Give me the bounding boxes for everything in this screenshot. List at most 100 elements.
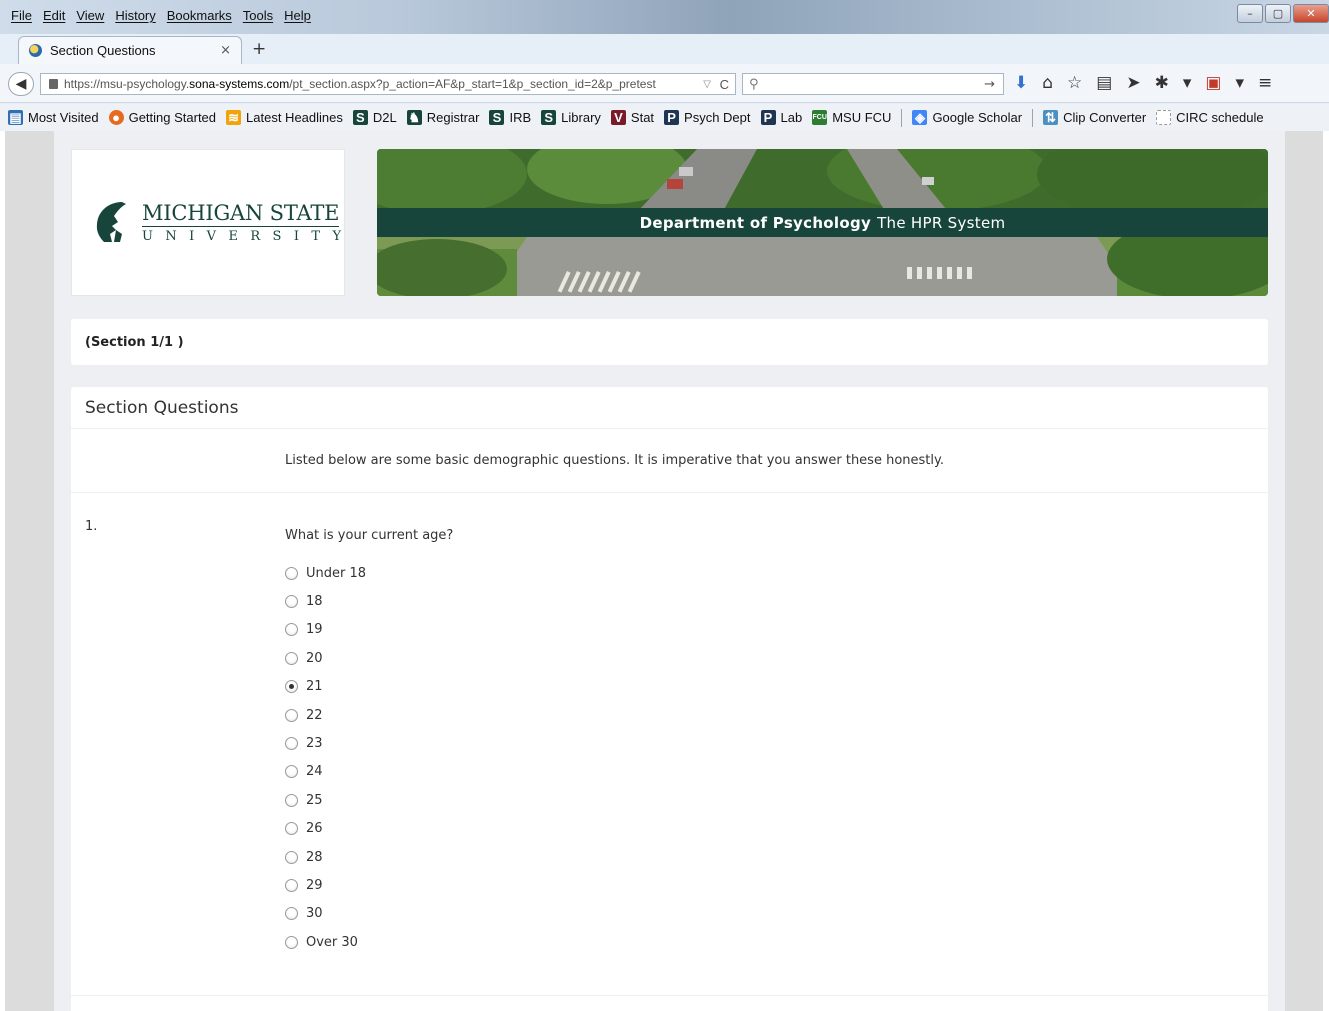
bookmark-irb[interactable]: S IRB: [489, 110, 531, 125]
addon-dropdown-icon[interactable]: ▾: [1183, 73, 1192, 93]
msu-logo-card: MICHIGAN STATE UNIVERSITY: [71, 149, 345, 296]
bookmark-google-scholar[interactable]: ◈ Google Scholar: [912, 110, 1022, 125]
menu-hamburger-icon[interactable]: ≡: [1258, 73, 1272, 93]
bookmark-star-icon[interactable]: ☆: [1067, 73, 1082, 93]
minimize-button[interactable]: –: [1237, 4, 1263, 23]
home-icon[interactable]: ⌂: [1042, 73, 1053, 93]
age-option[interactable]: 29: [285, 871, 366, 899]
search-bar[interactable]: ⚲ →: [742, 73, 1004, 95]
tab-title: Section Questions: [50, 43, 156, 58]
maximize-button[interactable]: ▢: [1265, 4, 1291, 23]
toolbar-icons: ⬇ ⌂ ☆ ▤ ➤ ✱ ▾ ▣ ▾ ≡: [1014, 73, 1272, 93]
age-option[interactable]: 18: [285, 587, 366, 615]
age-option[interactable]: Over 30: [285, 928, 366, 956]
age-radio-button[interactable]: [285, 907, 298, 921]
age-option[interactable]: 25: [285, 786, 366, 814]
bookmark-label: IRB: [509, 110, 532, 125]
age-radio-button[interactable]: [285, 651, 298, 665]
bookmark-latest-headlines[interactable]: ≋ Latest Headlines: [226, 110, 343, 125]
bookmark-d2l[interactable]: S D2L: [352, 110, 397, 125]
section-indicator: (Section 1/1 ): [71, 319, 1268, 365]
downloads-icon[interactable]: ⬇: [1014, 73, 1028, 93]
age-option-label: 21: [306, 679, 323, 695]
reload-icon[interactable]: C: [720, 77, 729, 92]
bookmark-label: Most Visited: [28, 110, 99, 125]
bookmark-label: Clip Converter: [1063, 110, 1147, 125]
bookmark-lab[interactable]: P Lab: [760, 110, 802, 125]
age-option-label: 25: [306, 792, 323, 808]
bookmark-msu-fcu[interactable]: FCU MSU FCU: [812, 110, 891, 125]
close-window-button[interactable]: ✕: [1293, 4, 1329, 23]
send-icon[interactable]: ➤: [1126, 73, 1140, 93]
url-bar[interactable]: https://msu-psychology. sona-systems.com /…: [40, 73, 736, 95]
bookmark-separator: [1032, 108, 1034, 127]
age-option-label: 19: [306, 622, 323, 638]
age-option[interactable]: 23: [285, 729, 366, 757]
search-go-icon[interactable]: →: [984, 77, 995, 92]
age-radio-button[interactable]: [285, 878, 298, 892]
bookmark-psych-dept[interactable]: P Psych Dept: [664, 110, 751, 125]
menu-file[interactable]: File: [6, 8, 38, 23]
back-button[interactable]: ◀: [8, 72, 34, 96]
age-option[interactable]: 21: [285, 673, 366, 701]
bookmark-library[interactable]: S Library: [541, 110, 601, 125]
pdf-dropdown-icon[interactable]: ▾: [1235, 73, 1244, 93]
age-radio-button[interactable]: [285, 765, 298, 779]
age-radio-button[interactable]: [285, 623, 298, 637]
age-option-label: 23: [306, 736, 323, 752]
age-option-label: 28: [306, 849, 323, 865]
age-radio-button[interactable]: [285, 595, 298, 609]
url-history-dropdown-icon[interactable]: ▽: [703, 79, 711, 90]
browser-chrome: File Edit View History Bookmarks Tools H…: [0, 0, 1329, 131]
bookmark-circ-schedule[interactable]: CIRC schedule: [1156, 110, 1264, 125]
question-1: 1. What is your current age? Under 18 18 1…: [71, 493, 1268, 996]
msu-university-text: UNIVERSITY: [142, 229, 354, 244]
bookmark-stat[interactable]: V Stat: [610, 110, 654, 125]
rss-icon: ≋: [226, 110, 242, 125]
age-radio-button[interactable]: [285, 822, 298, 836]
url-path: /pt_section.aspx?p_action=AF&p_start=1&p…: [289, 77, 656, 91]
age-radio-button[interactable]: [285, 708, 298, 722]
age-radio-button[interactable]: [285, 850, 298, 864]
bookmark-label: Getting Started: [128, 110, 217, 125]
age-option[interactable]: 28: [285, 843, 366, 871]
age-option[interactable]: 20: [285, 644, 366, 672]
question-number: 1.: [85, 519, 98, 534]
p-icon: P: [664, 110, 680, 125]
age-option-label: 22: [306, 707, 323, 723]
reading-list-icon[interactable]: ▤: [1096, 73, 1112, 93]
msu-s-icon: S: [489, 110, 505, 125]
age-radio-button[interactable]: [285, 935, 298, 949]
bookmark-getting-started[interactable]: ● Getting Started: [108, 110, 217, 125]
url-host: sona-systems.com: [189, 77, 290, 91]
age-radio-button[interactable]: [285, 793, 298, 807]
new-tab-button[interactable]: +: [252, 39, 266, 59]
menu-help[interactable]: Help: [279, 8, 317, 23]
section-label: (Section 1/1 ): [85, 334, 184, 350]
age-radio-button[interactable]: [285, 737, 298, 751]
bookmark-label: MSU FCU: [832, 110, 892, 125]
age-option[interactable]: 19: [285, 616, 366, 644]
menu-tools[interactable]: Tools: [238, 8, 279, 23]
bookmark-most-visited[interactable]: ▤ Most Visited: [8, 110, 99, 125]
pdf-addon-icon[interactable]: ▣: [1205, 73, 1221, 93]
age-option[interactable]: Under 18: [285, 559, 366, 587]
fcu-icon: FCU: [812, 110, 828, 125]
age-option[interactable]: 24: [285, 758, 366, 786]
bookmark-registrar[interactable]: ♞ Registrar: [406, 110, 479, 125]
bookmark-label: Psych Dept: [684, 110, 751, 125]
age-option[interactable]: 30: [285, 900, 366, 928]
tab-section-questions[interactable]: Section Questions ×: [18, 36, 242, 64]
menu-bookmarks[interactable]: Bookmarks: [162, 8, 238, 23]
age-option[interactable]: 22: [285, 701, 366, 729]
msu-wordmark: MICHIGAN STATE: [142, 201, 340, 227]
age-radio-button[interactable]: [285, 566, 298, 580]
age-radio-button[interactable]: [285, 680, 298, 694]
tab-close-icon[interactable]: ×: [220, 43, 231, 58]
menu-edit[interactable]: Edit: [38, 8, 71, 23]
menu-history[interactable]: History: [110, 8, 161, 23]
bookmark-clip-converter[interactable]: ⇅ Clip Converter: [1043, 110, 1146, 125]
age-option[interactable]: 26: [285, 815, 366, 843]
addon-icon[interactable]: ✱: [1155, 73, 1169, 93]
menu-view[interactable]: View: [71, 8, 110, 23]
